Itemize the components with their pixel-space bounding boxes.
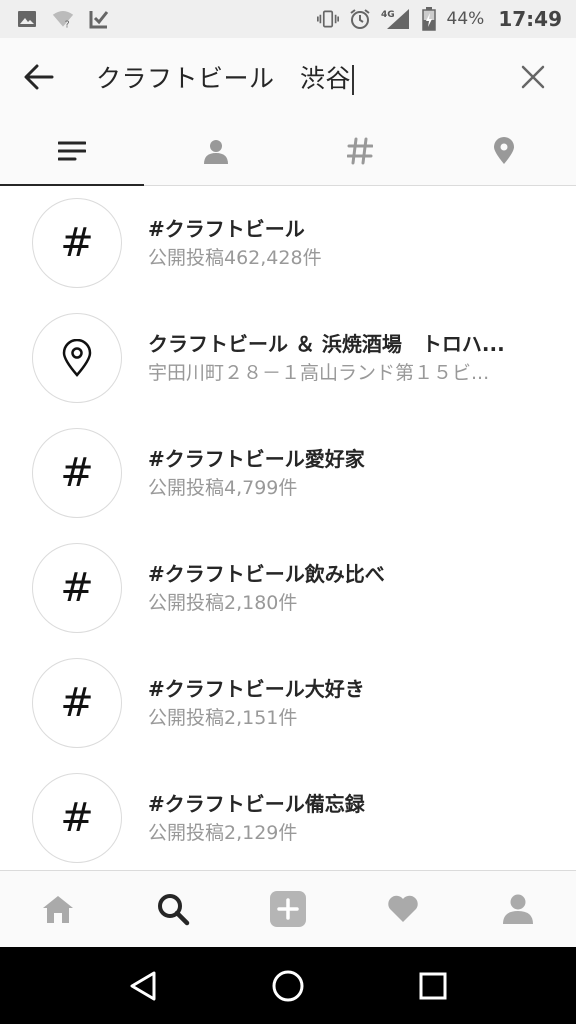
search-tabs [0,116,576,186]
hashtag-avatar: # [32,657,122,748]
result-text: #クラフトビール大好き 公開投稿2,151件 [148,674,548,732]
hashtag-icon [347,137,373,164]
tab-top[interactable] [0,116,144,186]
result-subtitle: 公開投稿2,180件 [148,591,298,614]
home-icon [42,896,73,923]
result-subtitle: 宇田川町２８－１高山ランド第１５ビ... [148,361,490,384]
nav-add-post-button[interactable] [230,871,345,947]
vibrate-icon [316,8,339,30]
clock-time: 17:49 [498,7,562,31]
hashtag-avatar: # [32,772,122,863]
result-row-hashtag[interactable]: # #クラフトビール大好き 公開投稿2,151件 [0,645,576,760]
recents-square-icon [419,972,447,999]
result-text: クラフトビール ＆ 浜焼酒場 トロハ... 宇田川町２８－１高山ランド第１５ビ.… [148,329,548,387]
add-post-icon [270,891,306,927]
hashtag-icon: # [60,794,94,841]
svg-text:?: ? [65,19,70,30]
result-subtitle: 公開投稿4,799件 [148,476,298,499]
status-left: ? [16,8,110,30]
search-results-list: # #クラフトビール 公開投稿462,428件 クラフトビール ＆ 浜焼酒場 ト… [0,186,576,870]
result-text: #クラフトビール 公開投稿462,428件 [148,214,548,272]
tab-tags[interactable] [288,116,432,185]
system-back-button[interactable] [113,956,173,1016]
result-text: #クラフトビール飲み比べ 公開投稿2,180件 [148,559,548,617]
alarm-icon [349,8,371,30]
battery-percentage: 44% [446,9,485,29]
result-subtitle: 公開投稿462,428件 [148,247,322,269]
nav-activity-button[interactable] [346,871,461,947]
person-icon [204,139,228,164]
hashtag-icon: # [60,679,94,726]
profile-icon [503,894,534,924]
hashtag-avatar: # [32,198,122,288]
search-input[interactable]: クラフトビール 渋谷 [78,59,490,95]
location-pin-outline-icon [62,338,92,377]
result-row-hashtag[interactable]: # #クラフトビール備忘録 公開投稿2,129件 [0,760,576,870]
status-bar: ? 4G 44% 17:49 [0,0,576,38]
system-home-button[interactable] [258,956,318,1016]
tab-accounts[interactable] [144,116,288,185]
arrow-left-icon [24,64,54,90]
signal-icon: 4G [381,8,411,30]
search-header: クラフトビール 渋谷 [0,38,576,116]
battery-charging-icon [421,7,437,31]
result-row-hashtag[interactable]: # #クラフトビール飲み比べ 公開投稿2,180件 [0,530,576,645]
search-query-text: クラフトビール 渋谷 [96,64,352,93]
back-triangle-icon [130,971,156,1000]
text-cursor [352,65,355,95]
result-title: #クラフトビール備忘録 [148,791,365,816]
home-circle-icon [272,970,304,1001]
heart-icon [388,895,418,922]
back-button[interactable] [0,38,78,116]
result-title: #クラフトビール飲み比べ [148,561,385,586]
clear-search-button[interactable] [490,38,576,116]
search-icon [157,894,190,926]
hashtag-icon: # [60,449,94,496]
tab-places[interactable] [432,116,576,185]
close-icon [521,65,545,89]
nav-home-button[interactable] [0,871,115,947]
location-pin-icon [494,136,514,164]
result-title: #クラフトビール愛好家 [148,446,365,471]
result-row-hashtag[interactable]: # #クラフトビール 公開投稿462,428件 [0,186,576,300]
result-row-place[interactable]: クラフトビール ＆ 浜焼酒場 トロハ... 宇田川町２８－１高山ランド第１５ビ.… [0,300,576,415]
network-type-label: 4G [381,10,395,20]
place-avatar [32,312,122,403]
wifi-unknown-icon: ? [52,8,74,30]
status-right: 4G 44% 17:49 [316,7,562,31]
result-title: クラフトビール ＆ 浜焼酒場 トロハ... [148,331,505,356]
system-recents-button[interactable] [403,956,463,1016]
nav-profile-button[interactable] [461,871,576,947]
download-check-icon [88,8,110,30]
hashtag-icon: # [60,564,94,611]
result-text: #クラフトビール愛好家 公開投稿4,799件 [148,444,548,502]
result-subtitle: 公開投稿2,129件 [148,821,298,844]
result-text: #クラフトビール備忘録 公開投稿2,129件 [148,789,548,847]
result-title: #クラフトビール大好き [148,676,365,701]
lines-icon [58,141,86,160]
system-nav-bar [0,947,576,1024]
image-icon [16,8,38,30]
result-title: #クラフトビール [148,217,305,241]
hashtag-icon: # [60,220,94,266]
result-row-hashtag[interactable]: # #クラフトビール愛好家 公開投稿4,799件 [0,415,576,530]
hashtag-avatar: # [32,542,122,633]
hashtag-avatar: # [32,427,122,518]
nav-search-button[interactable] [115,871,230,947]
result-subtitle: 公開投稿2,151件 [148,706,298,729]
bottom-tab-bar [0,870,576,947]
